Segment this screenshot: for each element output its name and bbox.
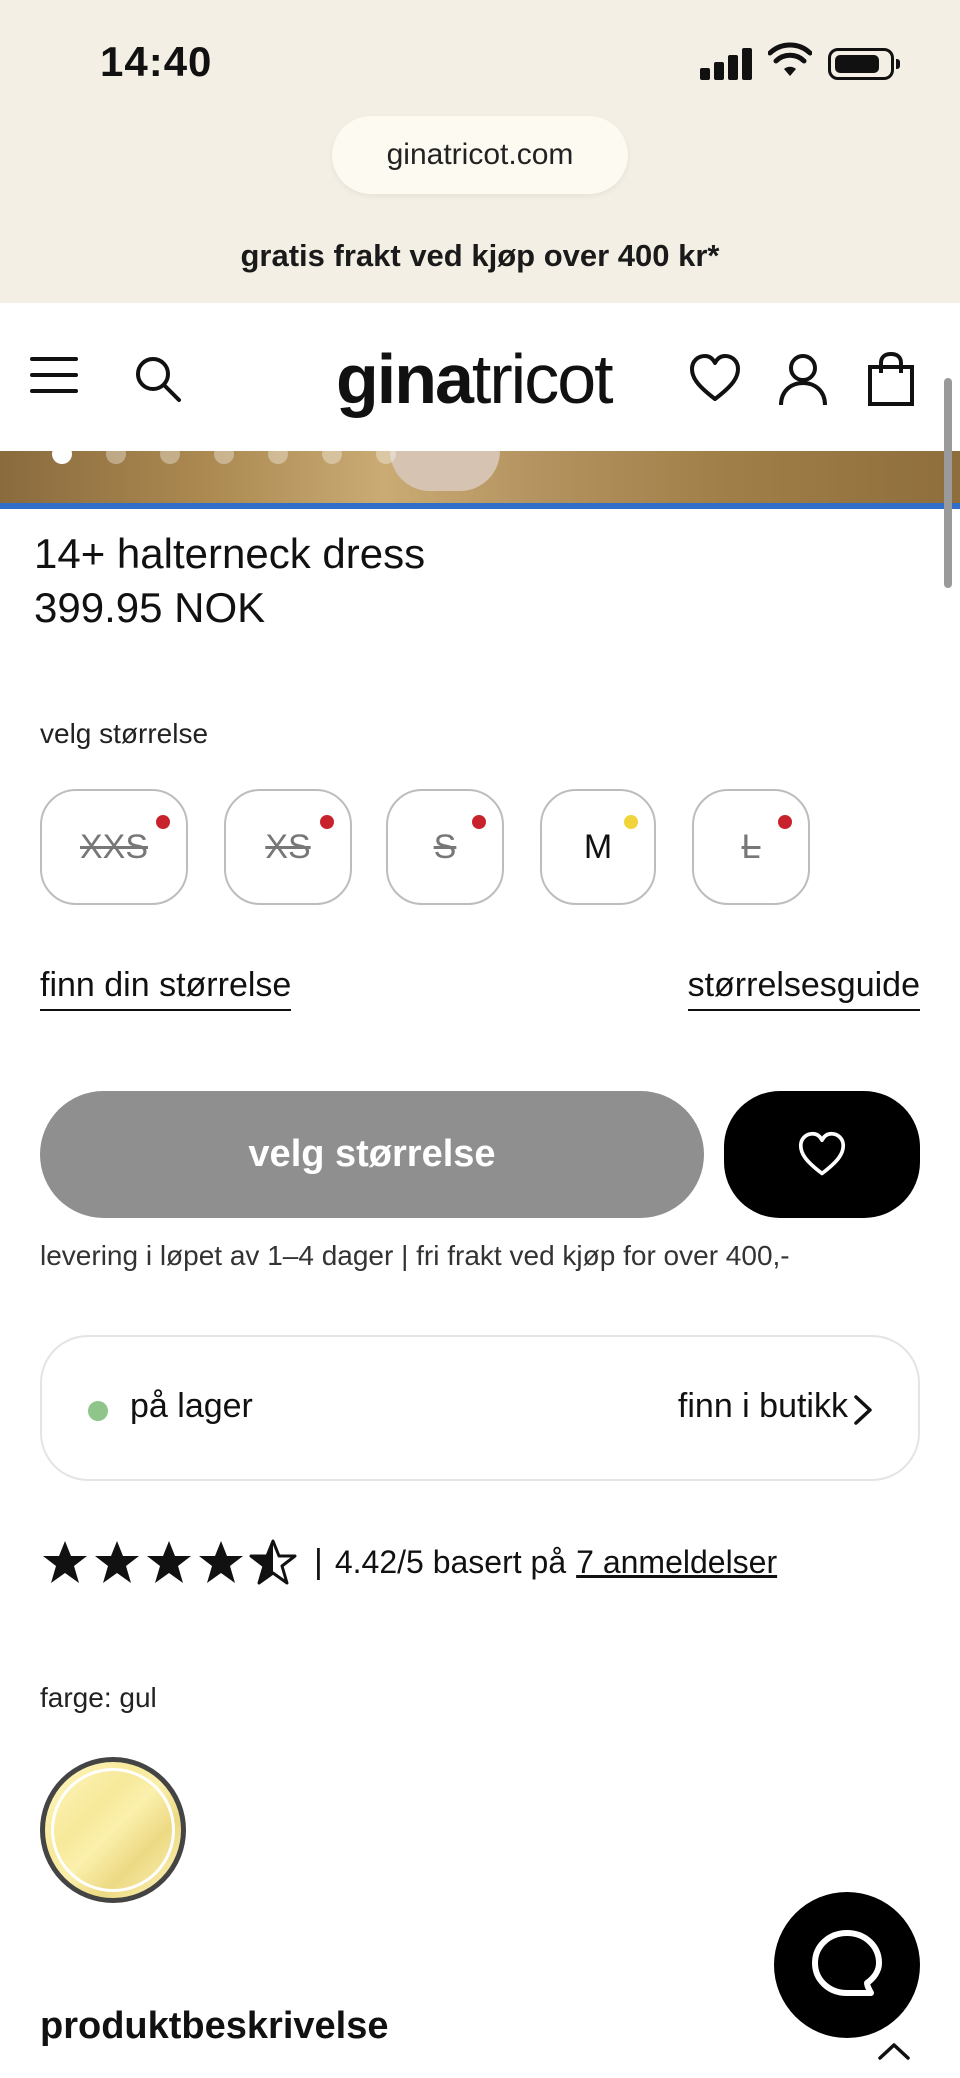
find-your-size-link[interactable]: finn din størrelse [40, 966, 292, 1011]
star-icon [147, 1541, 191, 1583]
size-option-s[interactable]: S [386, 789, 504, 905]
promo-banner: gratis frakt ved kjøp over 400 kr* [240, 238, 720, 273]
stock-status-box[interactable]: på lager finn i butikk [40, 1335, 920, 1481]
star-icon [95, 1541, 139, 1583]
yellow-swatch[interactable] [40, 1757, 186, 1903]
color-label: farge: gul [40, 1682, 157, 1713]
star-icon [199, 1541, 243, 1583]
status-time: 14:40 [100, 38, 213, 85]
delivery-info: levering i løpet av 1–4 dager | fri frak… [40, 1240, 790, 1271]
product-description-heading[interactable]: produktbeskrivelse [40, 2005, 388, 2048]
product-image-detail [390, 451, 500, 491]
accent-divider [0, 503, 960, 509]
chevron-up-icon[interactable] [876, 2040, 912, 2062]
reviews-link[interactable]: 7 anmeldelser [576, 1544, 777, 1581]
stock-status: på lager [130, 1387, 253, 1425]
size-option-xs[interactable]: XS [224, 789, 352, 905]
scrollbar[interactable] [944, 378, 952, 588]
product-price: 399.95 NOK [34, 584, 266, 631]
gallery-dot[interactable] [106, 444, 126, 464]
shopping-bag-icon[interactable] [864, 351, 918, 407]
rating-separator: | [314, 1542, 323, 1581]
battery-icon [828, 48, 900, 80]
select-size-button[interactable]: velg størrelse [40, 1091, 704, 1218]
account-icon[interactable] [776, 351, 830, 407]
heart-icon [798, 1131, 846, 1175]
size-guide-link[interactable]: størrelsesguide [687, 966, 920, 1011]
search-icon[interactable] [132, 353, 184, 405]
availability-dot [156, 815, 170, 829]
gallery-dot[interactable] [322, 444, 342, 464]
find-in-store-link[interactable]: finn i butikk [678, 1387, 848, 1426]
chat-button[interactable] [774, 1892, 920, 2038]
rating-score: 4.42/5 basert på [334, 1543, 567, 1580]
availability-dot [778, 815, 792, 829]
cellular-signal-icon [700, 46, 752, 80]
rating-summary: | 4.42/5 basert på 7 anmeldelser [40, 1538, 777, 1586]
star-rating [40, 1538, 298, 1586]
gallery-dot[interactable] [160, 444, 180, 464]
size-option-xxs[interactable]: XXS [40, 789, 188, 905]
size-option-l[interactable]: L [692, 789, 810, 905]
star-icon [43, 1541, 87, 1583]
gallery-dot[interactable] [214, 444, 234, 464]
status-and-browser-bar: 14:40 ginatricot.com gratis frakt ved kj… [0, 0, 960, 303]
brand-logo[interactable]: ginatricot [336, 339, 614, 419]
product-title: 14+ halterneck dress [34, 530, 426, 577]
size-option-m[interactable]: M [540, 789, 656, 905]
availability-dot [624, 815, 638, 829]
gallery-dot[interactable] [268, 444, 288, 464]
gallery-dot[interactable] [52, 444, 72, 464]
swatch-inner-ring [51, 1768, 175, 1892]
wifi-icon [768, 42, 812, 76]
url-bar[interactable]: ginatricot.com [332, 116, 628, 194]
chevron-right-icon [854, 1395, 872, 1425]
wishlist-heart-icon[interactable] [688, 351, 742, 407]
size-label: velg størrelse [40, 718, 209, 749]
site-header: ginatricot [0, 303, 960, 451]
half-star-icon [249, 1539, 297, 1585]
availability-dot [472, 815, 486, 829]
add-to-wishlist-button[interactable] [724, 1091, 920, 1218]
availability-dot [320, 815, 334, 829]
in-stock-dot [88, 1401, 108, 1421]
menu-icon[interactable] [30, 355, 78, 395]
gallery-dot[interactable] [376, 444, 396, 464]
chat-bubble-icon [812, 1930, 882, 1996]
gallery-dots[interactable] [52, 444, 396, 464]
